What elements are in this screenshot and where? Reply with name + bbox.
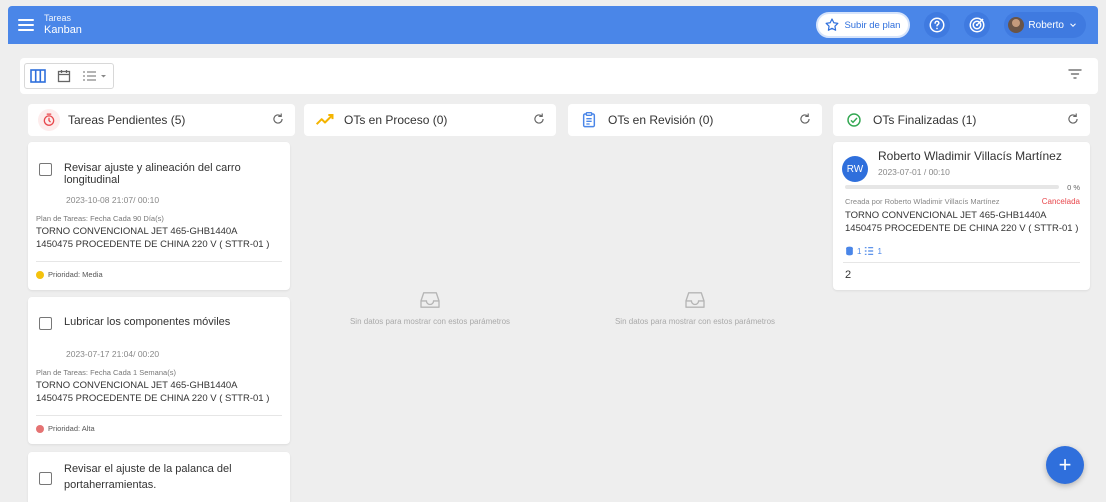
work-order-card[interactable]: RW Roberto Wladimir Villacís Martínez 20… (833, 142, 1090, 290)
kanban-view-icon[interactable] (29, 67, 47, 85)
calendar-view-icon[interactable] (55, 67, 73, 85)
empty-message: Sin datos para mostrar con estos parámet… (614, 317, 776, 326)
trend-icon (314, 109, 336, 131)
empty-message: Sin datos para mostrar con estos parámet… (349, 317, 511, 326)
priority-dot (36, 424, 44, 433)
task-card[interactable]: Revisar el ajuste de la palanca del port… (28, 452, 290, 502)
plus-icon: + (1058, 452, 1072, 477)
column-title: OTs Finalizadas (1) (873, 113, 977, 127)
resources-count: 1 (857, 246, 862, 256)
view-title: Kanban (44, 23, 82, 36)
task-checkbox[interactable] (39, 472, 52, 485)
task-card[interactable]: Revisar ajuste y alineación del carro lo… (28, 142, 290, 290)
assignee-name: Roberto Wladimir Villacís Martínez (878, 149, 1062, 163)
section-title: Tareas (44, 13, 72, 23)
goals-button[interactable] (964, 12, 991, 38)
progress-label: 0 % (1067, 183, 1080, 192)
task-date: 2023-10-08 21:07/ 00:10 (66, 195, 160, 205)
machine-line: 1450475 PROCEDENTE DE CHINA 220 V ( STTR… (36, 392, 270, 404)
refresh-icon[interactable] (1066, 112, 1080, 129)
priority-dot (36, 270, 44, 279)
work-order-date: 2023-07-01 / 00:10 (878, 167, 950, 177)
task-checkbox[interactable] (39, 163, 52, 176)
empty-state-review: Sin datos para mostrar con estos parámet… (568, 291, 822, 326)
user-avatar (1008, 17, 1025, 33)
top-app-bar: Tareas Kanban Subir de plan Roberto (8, 6, 1098, 44)
task-title-line: Revisar el ajuste de la palanca del (64, 463, 232, 475)
filter-icon[interactable] (1068, 67, 1082, 85)
tasks-count: 1 (877, 246, 882, 256)
column-header-in-process: OTs en Proceso (0) (304, 104, 556, 136)
column-title: Tareas Pendientes (5) (68, 113, 186, 127)
task-title-line: portaherramientas. (64, 478, 157, 491)
priority-label: Prioridad: Alta (48, 424, 95, 433)
machine-line: 1450475 PROCEDENTE DE CHINA 220 V ( STTR… (36, 238, 270, 250)
priority-badge: Prioridad: Alta (36, 424, 95, 433)
column-title: OTs en Revisión (0) (608, 113, 714, 127)
task-plan: Plan de Tareas: Fecha Cada 1 Semana(s) (36, 368, 176, 377)
target-icon (969, 17, 985, 33)
refresh-icon[interactable] (532, 112, 546, 129)
status-badge: Cancelada (1041, 197, 1080, 206)
assignee-avatar: RW (842, 156, 868, 182)
check-circle-icon (843, 109, 865, 131)
add-button[interactable]: + (1046, 446, 1084, 484)
star-icon (825, 18, 839, 31)
help-icon (929, 17, 945, 33)
chevron-down-icon (1070, 23, 1076, 27)
task-plan: Plan de Tareas: Fecha Cada 90 Día(s) (36, 214, 164, 223)
view-switcher (24, 63, 114, 89)
inbox-icon (420, 292, 440, 308)
list-view-icon[interactable] (81, 67, 109, 85)
task-machine: TORNO CONVENCIONAL JET 465-GHB1440A 1450… (36, 380, 269, 406)
machine-line: TORNO CONVENCIONAL JET 465-GHB1440A (36, 380, 238, 391)
column-header-pending: Tareas Pendientes (5) (28, 104, 295, 136)
divider (36, 261, 282, 262)
view-toolbar (20, 58, 1098, 94)
machine-line: TORNO CONVENCIONAL JET 465-GHB1440A (36, 226, 238, 237)
inbox-icon (685, 292, 705, 308)
upgrade-plan-button[interactable]: Subir de plan (816, 12, 911, 38)
refresh-icon[interactable] (271, 112, 285, 129)
resource-counters: 1 1 (845, 246, 882, 256)
upgrade-plan-label: Subir de plan (844, 19, 901, 31)
work-order-machine: TORNO CONVENCIONAL JET 465-GHB1440A 1450… (845, 210, 1078, 236)
column-header-review: OTs en Revisión (0) (568, 104, 822, 136)
clipboard-icon (578, 109, 600, 131)
task-date: 2023-07-17 21:04/ 00:20 (66, 349, 160, 359)
created-by: Creada por Roberto Wladimir Villacís Mar… (845, 197, 1000, 206)
progress-bar (845, 185, 1059, 189)
column-title: OTs en Proceso (0) (344, 113, 448, 127)
help-button[interactable] (924, 12, 951, 38)
priority-badge: Prioridad: Media (36, 270, 103, 279)
task-machine: TORNO CONVENCIONAL JET 465-GHB1440A 1450… (36, 226, 269, 252)
machine-line: 1450475 PROCEDENTE DE CHINA 220 V ( STTR… (845, 222, 1079, 234)
task-checkbox[interactable] (39, 317, 52, 330)
divider (843, 262, 1080, 263)
user-menu-button[interactable]: Roberto (1004, 12, 1086, 38)
task-title: Lubricar los componentes móviles (64, 316, 231, 328)
hamburger-menu-icon[interactable] (18, 19, 34, 31)
database-icon (846, 246, 853, 256)
work-order-number: 2 (845, 269, 852, 281)
divider (36, 415, 282, 416)
user-name: Roberto (1028, 19, 1064, 31)
task-list-icon (865, 247, 874, 255)
task-card[interactable]: Lubricar los componentes móviles 2023-07… (28, 297, 290, 444)
app-titles: Tareas Kanban (44, 13, 82, 36)
task-title: Revisar ajuste y alineación del carro lo… (64, 162, 241, 186)
timer-icon (38, 109, 60, 131)
column-header-finished: OTs Finalizadas (1) (833, 104, 1090, 136)
machine-line: TORNO CONVENCIONAL JET 465-GHB1440A (845, 210, 1047, 221)
task-title: Revisar el ajuste de la palanca del port… (64, 462, 232, 494)
empty-state-in-process: Sin datos para mostrar con estos parámet… (304, 291, 556, 326)
priority-label: Prioridad: Media (48, 270, 103, 279)
refresh-icon[interactable] (798, 112, 812, 129)
